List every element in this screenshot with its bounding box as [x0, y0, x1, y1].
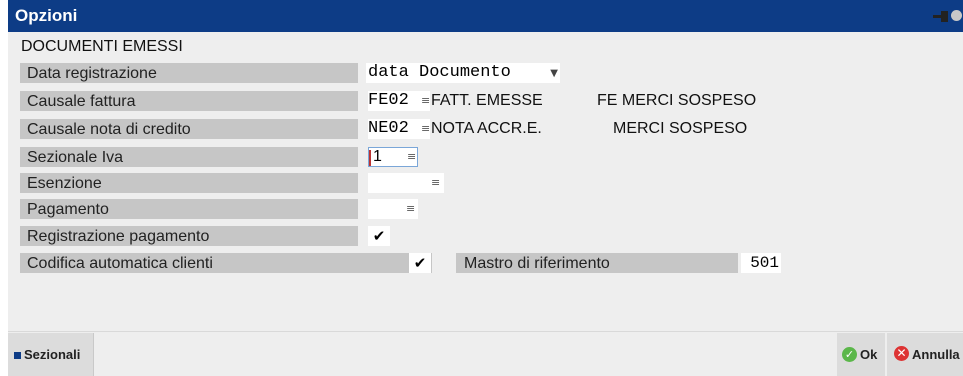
- options-window: Opzioni DOCUMENTI EMESSI Data registrazi…: [8, 0, 963, 376]
- registrazione-pagamento-label: Registrazione pagamento: [20, 226, 358, 246]
- causale-nota-credito-input[interactable]: NE02 ≡: [368, 119, 430, 139]
- close-circle-icon: ✕: [894, 346, 909, 361]
- causale-nota-credito-code: NE02: [368, 119, 409, 138]
- causale-fattura-code: FE02: [368, 91, 409, 110]
- data-registrazione-value: data Documento: [368, 63, 511, 82]
- data-registrazione-select[interactable]: data Documento ▼: [366, 63, 560, 83]
- row-causale-nota-credito: Causale nota di credito NE02 ≡ NOTA ACCR…: [8, 117, 963, 141]
- lookup-menu-icon[interactable]: ≡: [407, 148, 416, 166]
- data-registrazione-label: Data registrazione: [20, 63, 358, 83]
- codifica-automatica-checkbox[interactable]: ✔: [409, 253, 431, 273]
- section-title: DOCUMENTI EMESSI: [21, 38, 183, 55]
- title-bar: Opzioni: [8, 0, 963, 32]
- sezionali-label: Sezionali: [24, 347, 81, 362]
- causale-nota-credito-label: Causale nota di credito: [20, 119, 358, 139]
- annulla-button[interactable]: ✕ Annulla: [887, 333, 963, 376]
- row-data-registrazione: Data registrazione data Documento ▼: [8, 61, 963, 85]
- text-caret: [369, 150, 371, 166]
- causale-nota-credito-desc: NOTA ACCR.E.: [431, 120, 542, 137]
- ok-button[interactable]: ✓ Ok: [837, 333, 885, 376]
- chevron-down-icon[interactable]: ▼: [550, 64, 558, 84]
- registrazione-pagamento-checkbox[interactable]: ✔: [368, 226, 390, 246]
- check-circle-icon: ✓: [842, 347, 857, 362]
- pin-icon[interactable]: [932, 8, 950, 25]
- ok-label: Ok: [860, 347, 878, 362]
- mastro-riferimento-input[interactable]: 501: [741, 253, 781, 273]
- pagamento-input[interactable]: ≡: [368, 199, 418, 219]
- esenzione-label: Esenzione: [20, 173, 358, 193]
- codifica-automatica-label: Codifica automatica clienti: [20, 253, 432, 273]
- row-pagamento: Pagamento ≡: [8, 197, 963, 221]
- window-title: Opzioni: [15, 6, 78, 25]
- causale-fattura-desc2: FE MERCI SOSPESO: [597, 92, 757, 109]
- row-causale-fattura: Causale fattura FE02 ≡ FATT. EMESSE FE M…: [8, 89, 963, 113]
- square-icon: [14, 352, 21, 359]
- lookup-menu-icon[interactable]: ≡: [421, 119, 430, 139]
- row-registrazione-pagamento: Registrazione pagamento ✔: [8, 224, 963, 248]
- causale-nota-credito-desc2: MERCI SOSPESO: [613, 120, 748, 137]
- lookup-menu-icon[interactable]: ≡: [431, 173, 440, 193]
- sezionale-iva-value: 1: [373, 148, 382, 165]
- esenzione-input[interactable]: ≡: [368, 173, 444, 193]
- sezionali-button[interactable]: Sezionali: [8, 333, 94, 376]
- sezionale-iva-label: Sezionale Iva: [20, 147, 358, 167]
- checkmark-icon: ✔: [413, 254, 427, 272]
- lookup-menu-icon[interactable]: ≡: [406, 199, 415, 219]
- row-sezionale-iva: Sezionale Iva 1 ≡: [8, 145, 963, 169]
- annulla-label: Annulla: [912, 347, 960, 362]
- causale-fattura-input[interactable]: FE02 ≡: [368, 91, 430, 111]
- causale-fattura-desc: FATT. EMESSE: [431, 92, 543, 109]
- lookup-menu-icon[interactable]: ≡: [421, 91, 430, 111]
- sezionale-iva-input[interactable]: 1 ≡: [368, 147, 418, 167]
- row-codifica-automatica: Codifica automatica clienti ✔ Mastro di …: [8, 251, 963, 275]
- causale-fattura-label: Causale fattura: [20, 91, 358, 111]
- checkmark-icon: ✔: [372, 227, 386, 245]
- mastro-riferimento-label: Mastro di riferimento: [456, 253, 738, 273]
- pagamento-label: Pagamento: [20, 199, 358, 219]
- footer-divider: [8, 331, 963, 332]
- row-esenzione: Esenzione ≡: [8, 171, 963, 195]
- minimize-icon[interactable]: [949, 8, 963, 25]
